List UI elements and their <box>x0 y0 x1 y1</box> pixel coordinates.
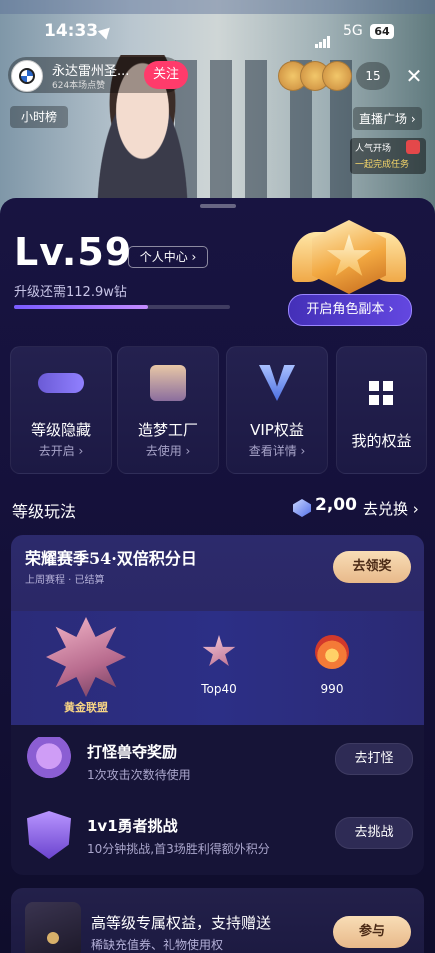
task-description: 1次攻击次数待使用 <box>87 768 191 782</box>
task-subtitle: 一起完成任务 <box>355 160 410 170</box>
season-card: 荣耀赛季54·双倍积分日 上周赛程 · 已结算 去领奖 黄金联盟 Top40 9… <box>11 535 424 725</box>
drag-handle[interactable] <box>200 204 236 208</box>
task-description: 10分钟挑战,首3场胜利得额外积分 <box>87 842 270 856</box>
level-title: Lv.59 <box>14 230 133 274</box>
envelope-icon <box>25 902 81 953</box>
exchange-button[interactable]: 去兑换 › <box>363 498 419 519</box>
gold-league-badge: 黄金联盟 <box>41 617 131 717</box>
gem-count: 2,00 <box>315 495 357 515</box>
monster-icon <box>27 737 71 785</box>
season-subtitle: 上周赛程 · 已结算 <box>25 575 105 586</box>
hour-rank-button[interactable]: 小时榜 <box>10 106 68 128</box>
viewer-avatar[interactable] <box>322 61 352 91</box>
participate-button[interactable]: 参与 <box>333 916 411 948</box>
gem-icon <box>293 499 311 517</box>
status-time: 14:33 <box>44 21 99 41</box>
league-star-icon <box>46 617 126 697</box>
tile-level-hide[interactable]: 等级隐藏 去开启 › <box>10 346 112 474</box>
level-panel: Lv.59 个人中心 › 升级还需112.9w钻 开启角色副本 › 等级隐藏 去… <box>0 198 435 953</box>
privilege-card: 高等级专属权益，支持赠送 稀缺充值券、礼物使用权 参与 <box>11 888 424 953</box>
vip-v-icon <box>259 365 295 401</box>
list-item: 打怪兽夺奖励 1次攻击次数待使用 去打怪 <box>11 729 424 799</box>
section-title: 等级玩法 <box>12 502 77 521</box>
rank-label: Top40 <box>201 682 237 696</box>
task-title: 打怪兽夺奖励 <box>87 743 178 761</box>
window-decor <box>245 60 267 200</box>
host-likes: 624本场点赞 <box>52 81 106 91</box>
open-role-dungeon-button[interactable]: 开启角色副本 › <box>288 294 412 326</box>
tile-vip-benefits[interactable]: VIP权益 查看详情 › <box>226 346 328 474</box>
privilege-subtitle: 稀缺充值券、礼物使用权 <box>91 938 224 952</box>
live-square-button[interactable]: 直播广场 › <box>353 107 422 130</box>
challenge-button[interactable]: 去挑战 <box>335 817 413 849</box>
tile-my-benefits[interactable]: 我的权益 <box>336 346 427 474</box>
close-icon[interactable]: ✕ <box>400 62 428 90</box>
season-stats-band: 黄金联盟 Top40 990 <box>11 611 424 725</box>
privilege-title: 高等级专属权益，支持赠送 <box>91 914 272 932</box>
upgrade-requirement: 升级还需112.9w钻 <box>14 285 127 300</box>
task-title: 1v1勇者挑战 <box>87 817 178 835</box>
fight-monster-button[interactable]: 去打怪 <box>335 743 413 775</box>
task-title: 人气开场 <box>355 144 392 154</box>
network-label: 5G <box>343 23 363 39</box>
signal-icon <box>315 29 337 48</box>
fire-icon <box>315 635 349 669</box>
tile-title: 我的权益 <box>351 432 412 450</box>
window-decor <box>210 60 232 200</box>
level-progress-fill <box>14 305 148 309</box>
gift-icon <box>406 140 420 154</box>
shield-swords-icon <box>27 811 71 859</box>
tile-title: VIP权益 <box>250 421 304 439</box>
personal-center-button[interactable]: 个人中心 › <box>128 246 208 268</box>
battery-icon: 64 <box>370 24 394 39</box>
hide-badge-icon <box>38 373 84 393</box>
tile-subtitle: 去开启 › <box>38 444 84 458</box>
tile-dream-factory[interactable]: 造梦工厂 去使用 › <box>117 346 219 474</box>
level-progress-bar <box>14 305 230 309</box>
level-medal-icon <box>290 210 408 300</box>
tile-title: 等级隐藏 <box>30 421 91 439</box>
host-info[interactable]: 永达雷州圣... 624本场点赞 关注 <box>8 57 188 93</box>
host-name: 永达雷州圣... <box>52 64 130 79</box>
tile-title: 造梦工厂 <box>137 421 198 439</box>
score-label: 990 <box>320 682 344 696</box>
season-title: 荣耀赛季54·双倍积分日 <box>25 549 197 568</box>
host-avatar[interactable] <box>11 60 43 92</box>
tile-subtitle: 查看详情 › <box>248 444 306 458</box>
league-label: 黄金联盟 <box>64 701 108 714</box>
popularity-task-card[interactable]: 人气开场 一起完成任务 <box>350 138 426 174</box>
factory-box-icon <box>150 365 186 401</box>
list-item: 1v1勇者挑战 10分钟挑战,首3场胜利得额外积分 去挑战 <box>11 803 424 873</box>
claim-reward-button[interactable]: 去领奖 <box>333 551 411 583</box>
tile-subtitle: 去使用 › <box>145 444 191 458</box>
top-banner <box>0 0 435 14</box>
viewer-count[interactable]: 15 <box>356 62 390 90</box>
task-list: 打怪兽夺奖励 1次攻击次数待使用 去打怪 1v1勇者挑战 10分钟挑战,首3场胜… <box>11 725 424 875</box>
follow-button[interactable]: 关注 <box>144 61 188 89</box>
viewer-avatars[interactable] <box>278 61 352 91</box>
rank-star-icon <box>202 635 236 666</box>
grid-icon <box>369 381 393 405</box>
